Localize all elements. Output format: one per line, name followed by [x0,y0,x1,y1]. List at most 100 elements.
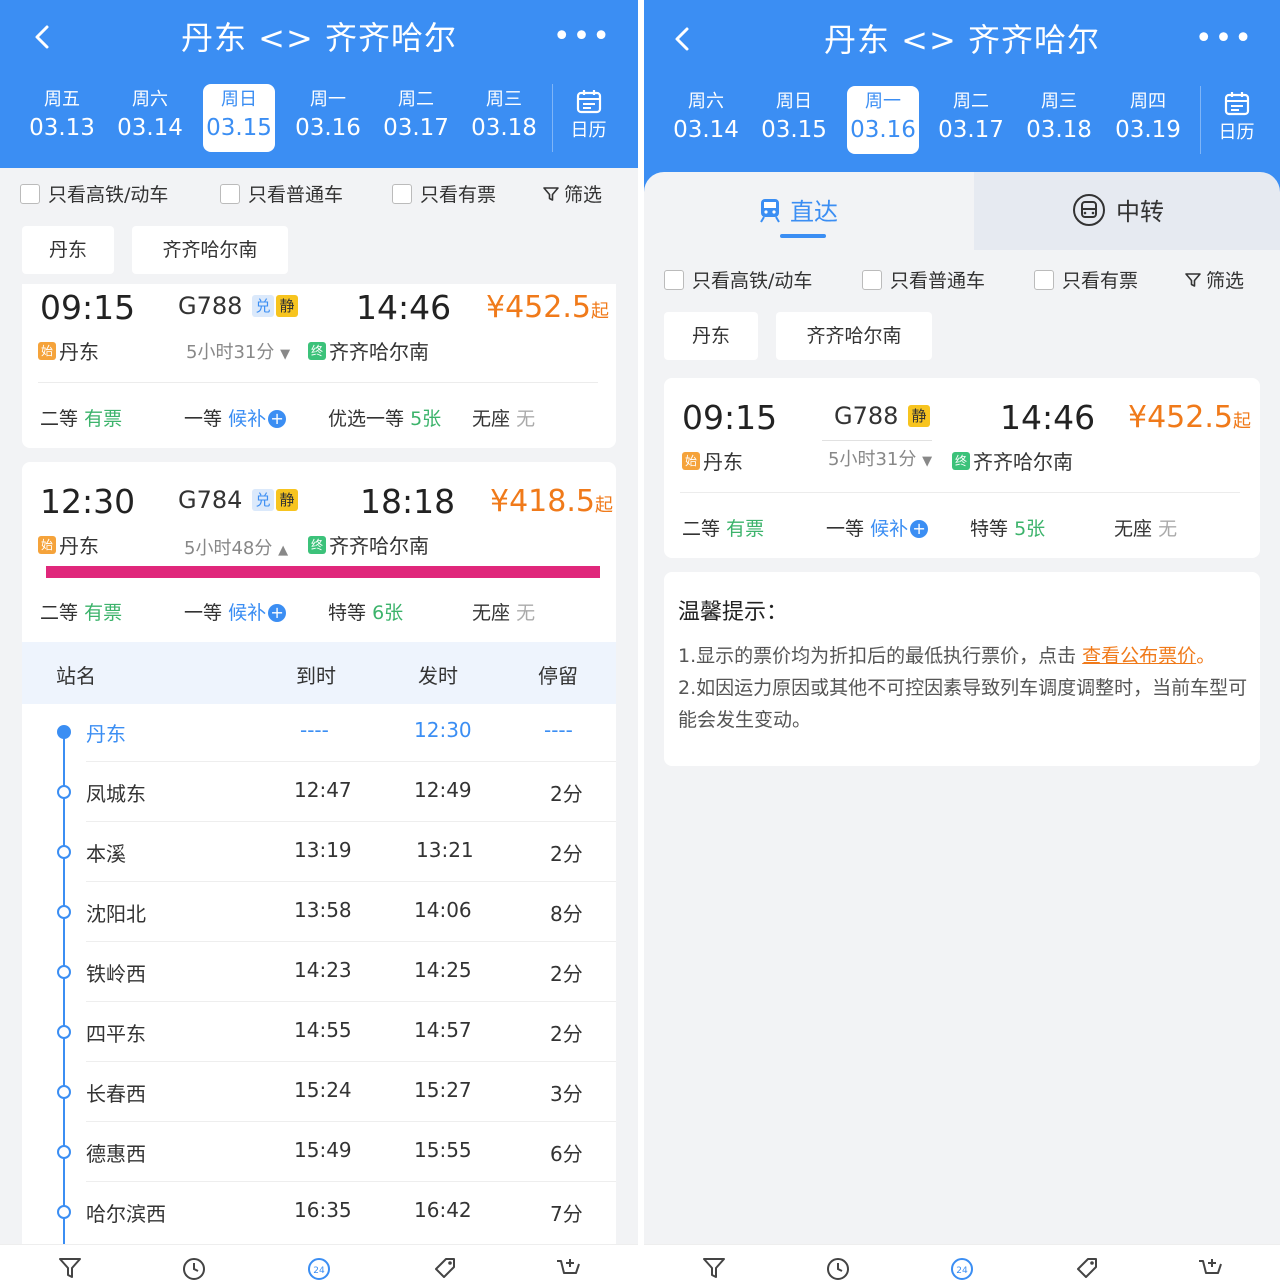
filter-available-checkbox[interactable]: 只看有票 [1034,266,1138,293]
tab-24h-icon[interactable]: 24 [948,1253,976,1280]
date-value: 03.15 [206,115,272,141]
end-badge: 终 [308,535,326,554]
seat-name: 特等 [970,518,1009,540]
stop-arrive: 13:58 [294,898,352,922]
date-tab[interactable]: 周一 03.16 [292,84,364,152]
filter-row: 只看高铁/动车 只看普通车 只看有票 筛选 [664,260,1264,300]
more-icon[interactable]: ••• [553,22,612,52]
date-tab[interactable]: 周五 03.13 [26,84,98,152]
date-tab[interactable]: 周六 03.14 [114,84,186,152]
price-suffix: 起 [590,301,609,322]
stop-stay: 3分 [550,1082,583,1106]
tab-tag-icon[interactable] [1072,1253,1100,1280]
add-waitlist-icon[interactable]: + [268,410,287,428]
stop-name: 本溪 [86,842,126,866]
tab-direct-label: 直达 [758,192,838,227]
seat-no-seat: 无座 无 [1114,514,1177,541]
stop-arrive: 15:24 [294,1078,352,1102]
stop-arrive: 14:23 [294,958,352,982]
tab-cart-icon[interactable] [1196,1253,1224,1280]
seat-business-class: 特等 5张 [970,514,1045,541]
date-week: 周四 [1130,91,1166,112]
seat-status: 6张 [372,602,404,624]
date-value: 03.19 [1115,117,1181,143]
seat-name: 优选一等 [328,408,405,430]
add-waitlist-icon[interactable]: + [268,604,287,622]
more-icon[interactable]: ••• [1195,24,1254,54]
stop-depart: 14:25 [414,958,472,982]
filter-available-checkbox[interactable]: 只看有票 [392,180,496,207]
seat-first-class[interactable]: 一等 候补 + [826,514,929,541]
date-tab[interactable]: 周二 03.17 [380,84,452,152]
stop-stay: 2分 [550,1022,583,1046]
tab-filter-icon[interactable] [700,1253,728,1280]
date-tab[interactable]: 周二 03.17 [935,86,1007,154]
seat-status: 候补 [228,602,267,624]
date-week: 周二 [953,91,989,112]
col-stay: 停留 [538,664,578,688]
tab-24h-icon[interactable]: 24 [305,1253,333,1280]
filter-button[interactable]: 筛选 [542,180,602,207]
filter-button-label: 筛选 [1206,270,1245,292]
tab-cart-icon[interactable] [554,1253,582,1280]
date-tab-selected[interactable]: 周日 03.15 [203,84,275,152]
date-value: 03.17 [383,115,449,141]
title-bar: 丹东 <> 齐齐哈尔 ••• [0,16,638,60]
filter-normal-checkbox[interactable]: 只看普通车 [220,180,343,207]
filter-highspeed-checkbox[interactable]: 只看高铁/动车 [20,180,168,207]
header: 丹东 <> 齐齐哈尔 ••• 周五 03.13 周六 03.14 周日 03.15 周… [0,0,638,168]
train-card[interactable]: 09:15 G788 静 14:46 ¥452.5起 始丹东 5小时31分 ▼ … [664,378,1260,558]
duration[interactable]: 5小时31分 ▼ [186,338,290,364]
date-tab[interactable]: 周三 03.18 [468,84,540,152]
stop-name: 德惠西 [86,1142,146,1166]
date-tab[interactable]: 周三 03.18 [1023,86,1095,154]
right-screen: 丹东 <> 齐齐哈尔 ••• 周六 03.14 周日 03.15 周一 03.16 周… [644,0,1280,1280]
tab-clock-icon[interactable] [180,1253,208,1280]
tab-transfer[interactable]: 中转 [974,172,1280,250]
from-station-name: 丹东 [703,450,743,474]
date-tab[interactable]: 周日 03.15 [758,86,830,154]
price: ¥452.5起 [1128,400,1251,435]
calendar-button[interactable]: 日历 [1200,86,1272,154]
filter-button[interactable]: 筛选 [1184,266,1244,293]
stop-row: 哈尔滨西 16:35 16:42 7分 [22,1182,616,1242]
station-chip-qiqihaernan[interactable]: 齐齐哈尔南 [776,312,932,360]
calendar-button[interactable]: 日历 [552,84,624,152]
station-chip-qiqihaernan[interactable]: 齐齐哈尔南 [132,226,288,274]
seat-name: 特等 [328,602,367,624]
tab-clock-icon[interactable] [824,1253,852,1280]
stop-name: 丹东 [86,722,126,746]
date-value: 03.18 [471,115,537,141]
date-tab[interactable]: 周四 03.19 [1112,86,1184,154]
date-tab-selected[interactable]: 周一 03.16 [847,86,919,154]
divider [680,492,1240,493]
filter-label: 只看普通车 [248,184,344,206]
date-tab[interactable]: 周六 03.14 [670,86,742,154]
filter-normal-checkbox[interactable]: 只看普通车 [862,266,985,293]
tab-filter-icon[interactable] [56,1253,84,1280]
seat-name: 一等 [184,408,223,430]
tab-direct[interactable]: 直达 [644,172,974,250]
calendar-icon [1224,92,1249,116]
stop-schedule: 站名 到时 发时 停留 丹东 ---- 12:30 ---- 凤城东 12:47 12:4… [22,642,616,1252]
stop-row: 凤城东 12:47 12:49 2分 [22,762,616,822]
start-badge: 始 [38,535,56,554]
station-chip-dandong[interactable]: 丹东 [22,226,114,274]
duration[interactable]: 5小时48分 ▲ [184,534,288,560]
tab-tag-icon[interactable] [430,1253,458,1280]
seat-first-class[interactable]: 一等 候补 + [184,404,287,431]
stop-name: 沈阳北 [86,902,146,926]
checkbox-icon [220,183,240,204]
view-published-fare-link[interactable]: 查看公布票价 [1082,645,1196,667]
train-card[interactable]: 09:15 G788 兑静 14:46 ¥452.5起 始丹东 5小时31分 ▼… [22,284,616,448]
duration[interactable]: 5小时31分 ▼ [822,440,933,471]
date-week: 周三 [1041,91,1077,112]
seat-first-class[interactable]: 一等 候补 + [184,598,287,625]
station-chip-dandong[interactable]: 丹东 [664,312,758,360]
stop-name: 长春西 [86,1082,146,1106]
date-value: 03.18 [1026,117,1092,143]
train-number: G788 兑静 [178,292,299,320]
filter-highspeed-checkbox[interactable]: 只看高铁/动车 [664,266,812,293]
train-card-expanded[interactable]: 12:30 G784 兑静 18:18 ¥418.5起 始丹东 5小时48分 ▲… [22,462,616,642]
add-waitlist-icon[interactable]: + [910,520,929,538]
